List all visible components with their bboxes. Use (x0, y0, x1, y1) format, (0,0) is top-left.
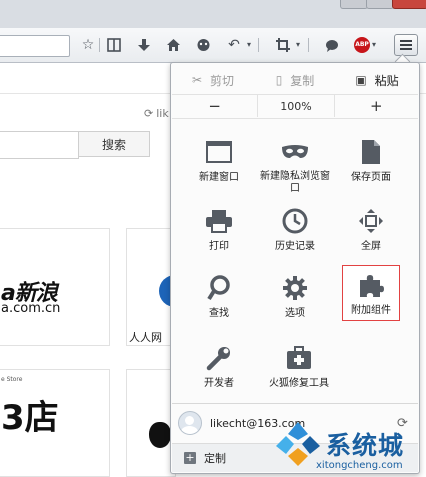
sina-url: a.com.cn (1, 301, 61, 316)
magnifier-icon (203, 273, 235, 303)
cut-button[interactable]: ✂ 剪切 (172, 67, 254, 93)
new-window-button[interactable]: 新建窗口 (181, 131, 257, 195)
developer-button[interactable]: 开发者 (181, 337, 257, 401)
store-logo: 3店 (1, 398, 59, 438)
firefox-menu-panel: ✂ 剪切 ▯ 复制 ▣ 粘贴 − 100% + 新建窗口 新建隐私浏览窗口 保存… (170, 62, 420, 474)
paste-label: 粘贴 (374, 73, 399, 88)
dropdown-icon[interactable]: ▾ (243, 34, 255, 56)
save-page-icon (355, 137, 387, 167)
renren-label: 人人网 (129, 331, 162, 344)
menu-item-label: 新建隐私浏览窗口 (260, 171, 330, 194)
watermark-text: 系统城 (326, 431, 405, 460)
toolbox-icon (283, 343, 315, 373)
reading-list-icon[interactable] (104, 34, 124, 56)
menu-item-label: 开发者 (204, 378, 234, 389)
nav-toolbar: ☆ ↶ ▾ ▾ ABP ▾ (0, 28, 426, 63)
plus-icon: + (184, 451, 196, 464)
dropdown-icon[interactable]: ▾ (368, 34, 380, 56)
toolbar-separator (258, 38, 259, 52)
toolbar-separator (99, 38, 100, 52)
like-text: lik (156, 107, 169, 120)
new-private-window-button[interactable]: 新建隐私浏览窗口 (257, 131, 333, 195)
home-icon[interactable] (163, 34, 183, 56)
zoom-in-button[interactable]: + (335, 95, 418, 117)
zoom-controls: − 100% + (172, 95, 418, 117)
copy-button[interactable]: ▯ 复制 (254, 67, 336, 93)
scissors-icon: ✂ (191, 73, 203, 87)
avatar (178, 411, 202, 435)
print-button[interactable]: 打印 (181, 200, 257, 264)
search-input[interactable] (0, 131, 79, 159)
clock-icon (279, 206, 311, 236)
watermark-url: xitongcheng.com (316, 460, 403, 471)
menu-item-label: 保存页面 (351, 172, 391, 183)
find-button[interactable]: 查找 (181, 267, 257, 331)
copy-icon: ▯ (275, 73, 283, 87)
menu-item-label: 新建窗口 (199, 172, 239, 183)
menu-item-label: 查找 (209, 308, 229, 319)
menu-icon[interactable] (394, 34, 418, 56)
site-tile-sina[interactable]: a新浪 a.com.cn (0, 228, 110, 346)
private-mask-icon (279, 137, 311, 166)
toolbar-separator (308, 38, 309, 52)
divider (172, 118, 418, 119)
menu-item-label: 全屏 (361, 241, 381, 252)
title-bar (0, 0, 426, 28)
gear-icon (279, 273, 311, 303)
paste-button[interactable]: ▣ 粘贴 (336, 67, 418, 93)
history-button[interactable]: 历史记录 (257, 200, 333, 264)
menu-item-label: 历史记录 (275, 241, 315, 252)
wrench-icon (203, 343, 235, 373)
site-tile-store[interactable]: e Store 3店 (0, 369, 110, 477)
site-tile-renren[interactable]: 人人网 (126, 228, 177, 346)
download-icon[interactable] (134, 34, 154, 56)
customize-label: 定制 (204, 452, 226, 465)
zoom-out-button[interactable]: − (172, 95, 257, 117)
cut-label: 剪切 (210, 73, 235, 88)
menu-item-label: 打印 (209, 241, 229, 252)
printer-icon (203, 206, 235, 236)
refresh-icon: ⟳ (144, 107, 154, 120)
close-window-button[interactable] (392, 0, 426, 9)
site-watermark: 系统城 xitongcheng.com (268, 418, 426, 477)
divider (172, 403, 418, 404)
addons-button[interactable]: 附加组件 (342, 265, 400, 321)
apple-logo (149, 422, 171, 448)
url-bar[interactable] (0, 35, 70, 57)
menu-item-label: 附加组件 (351, 305, 391, 316)
options-button[interactable]: 选项 (257, 267, 333, 331)
fullscreen-button[interactable]: 全屏 (333, 200, 409, 264)
repair-tool-button[interactable]: 火狐修复工具 (257, 337, 341, 401)
fullscreen-icon (355, 206, 387, 236)
menu-item-label: 选项 (285, 308, 305, 319)
maximize-button[interactable] (366, 0, 394, 9)
copy-label: 复制 (290, 73, 315, 88)
back-icon[interactable]: ↶ (224, 34, 244, 56)
chat-icon[interactable] (193, 34, 213, 56)
minimize-button[interactable] (340, 0, 368, 9)
dropdown-icon[interactable]: ▾ (292, 34, 304, 56)
clipboard-icon: ▣ (355, 73, 367, 87)
new-window-icon (203, 137, 235, 167)
store-caption: e Store (1, 376, 23, 383)
save-page-button[interactable]: 保存页面 (333, 131, 409, 195)
crop-icon[interactable] (273, 34, 293, 56)
watermark-logo-icon (276, 422, 320, 466)
star-icon[interactable]: ☆ (78, 34, 98, 56)
edit-controls: ✂ 剪切 ▯ 复制 ▣ 粘贴 (172, 67, 418, 93)
menu-item-label: 火狐修复工具 (269, 378, 329, 389)
puzzle-icon (355, 270, 387, 300)
site-tile-apple[interactable] (126, 369, 176, 477)
like-link[interactable]: ⟳ lik (144, 107, 169, 120)
zoom-reset-button[interactable]: 100% (257, 95, 335, 117)
search-button[interactable]: 搜索 (78, 131, 150, 157)
bubble-icon[interactable] (322, 34, 342, 56)
